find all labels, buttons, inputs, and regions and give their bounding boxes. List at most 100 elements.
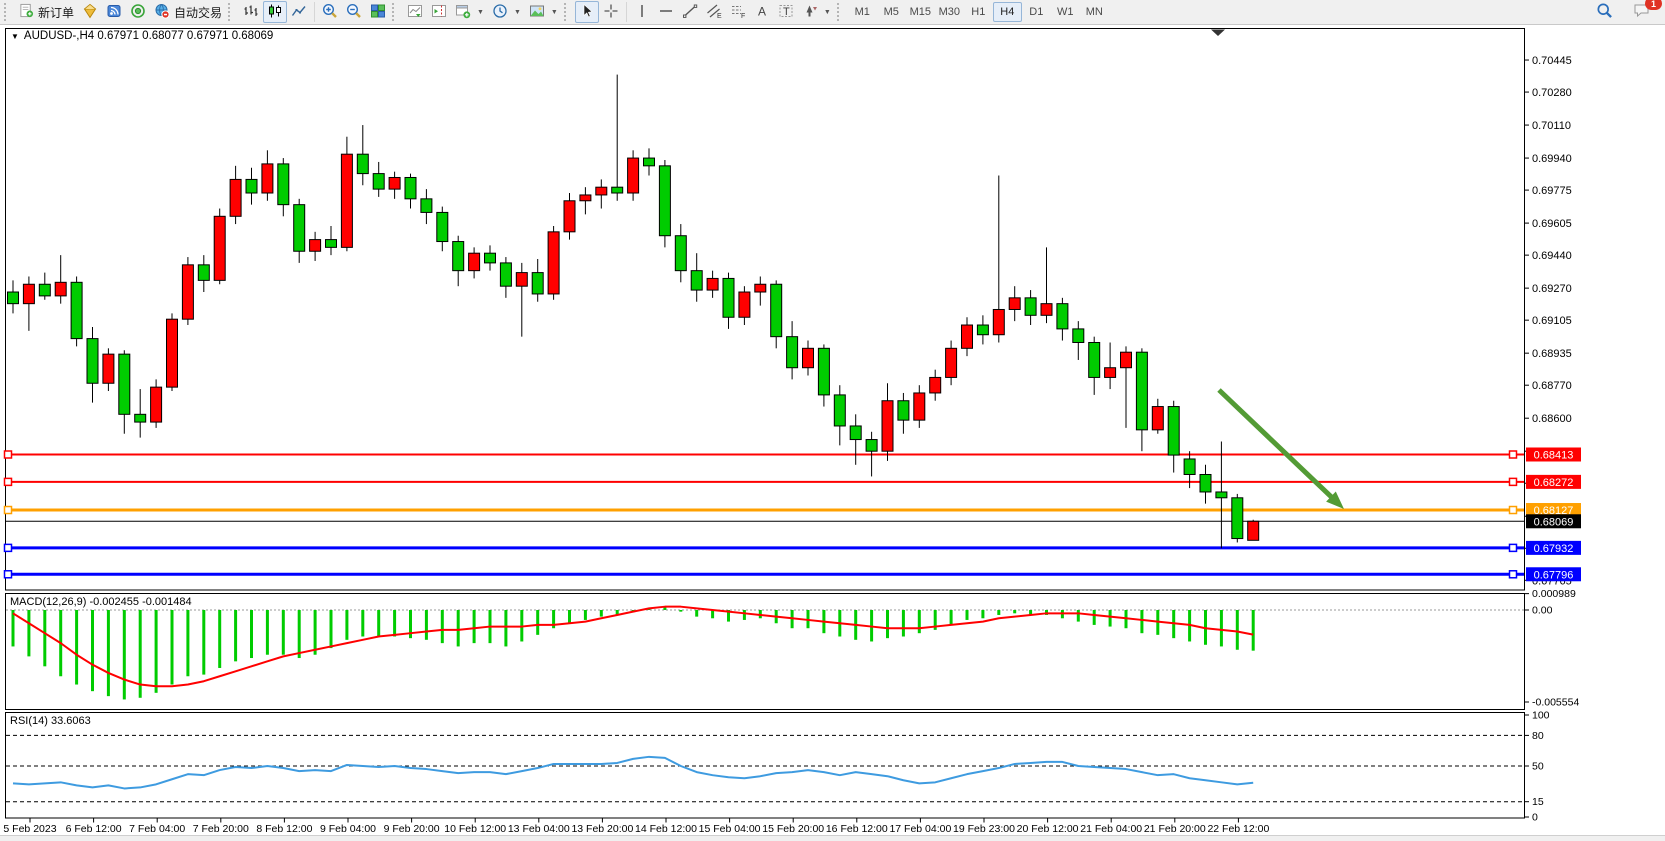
candle-body bbox=[1248, 521, 1259, 540]
period-button[interactable]: ▼ bbox=[488, 1, 525, 23]
text-icon: A bbox=[754, 3, 770, 22]
time-label: 17 Feb 04:00 bbox=[889, 823, 951, 835]
candle-body bbox=[628, 158, 639, 193]
macd-bar bbox=[186, 610, 189, 676]
candle-body bbox=[1089, 342, 1100, 377]
toolbar-grip[interactable] bbox=[564, 3, 571, 21]
svg-text:F: F bbox=[741, 13, 745, 19]
text-label-button[interactable]: T bbox=[774, 1, 798, 23]
macd-bar bbox=[1109, 610, 1112, 627]
hline-handle[interactable] bbox=[5, 451, 12, 458]
hline-handle[interactable] bbox=[1510, 571, 1517, 578]
toolbar-grip[interactable] bbox=[837, 3, 844, 21]
cursor-button[interactable] bbox=[575, 1, 599, 23]
chart-canvas[interactable]: 0.704450.702800.701100.699400.697750.696… bbox=[0, 24, 1665, 841]
rsi-axis-label: 100 bbox=[1532, 710, 1550, 722]
macd-bar bbox=[75, 610, 78, 685]
notification-badge[interactable]: 1 bbox=[1645, 0, 1662, 10]
macd-bar bbox=[1093, 610, 1096, 625]
candle-body bbox=[87, 339, 98, 384]
timeframe-W1[interactable]: W1 bbox=[1051, 2, 1080, 22]
toolbar-separator bbox=[314, 2, 315, 22]
timeframe-M5[interactable]: M5 bbox=[877, 2, 906, 22]
price-tick-label: 0.69775 bbox=[1532, 185, 1572, 197]
macd-bar bbox=[12, 610, 15, 646]
svg-text:E: E bbox=[717, 13, 722, 19]
text-button[interactable]: A bbox=[750, 1, 774, 23]
timeframe-MN[interactable]: MN bbox=[1080, 2, 1109, 22]
new-order-button[interactable]: 新订单 bbox=[15, 1, 78, 23]
candle-body bbox=[119, 354, 130, 414]
market-button[interactable] bbox=[78, 1, 102, 23]
timeframe-M30[interactable]: M30 bbox=[935, 2, 964, 22]
chevron-down-icon: ▼ bbox=[824, 9, 831, 16]
chevron-down-icon: ▼ bbox=[477, 9, 484, 16]
template-button[interactable]: ▼ bbox=[525, 1, 562, 23]
hline-handle[interactable] bbox=[1510, 507, 1517, 514]
timeframe-M15[interactable]: M15 bbox=[906, 2, 935, 22]
auto-scroll-button[interactable] bbox=[403, 1, 427, 23]
macd-panel[interactable] bbox=[6, 594, 1525, 710]
zoom-out-button[interactable] bbox=[342, 1, 366, 23]
hline-handle[interactable] bbox=[5, 571, 12, 578]
macd-bar bbox=[393, 610, 396, 637]
equidistant-channel-button[interactable]: E bbox=[702, 1, 726, 23]
toolbar: 新订单 自动交易 bbox=[0, 0, 1665, 25]
community-button[interactable] bbox=[126, 1, 150, 23]
macd-label: MACD(12,26,9) -0.002455 -0.001484 bbox=[10, 596, 192, 608]
autotrading-button[interactable]: 自动交易 bbox=[150, 1, 226, 23]
candle-body bbox=[739, 292, 750, 317]
trendline-button[interactable] bbox=[678, 1, 702, 23]
vertical-line-button[interactable] bbox=[630, 1, 654, 23]
candle-body bbox=[39, 284, 50, 296]
candle-body bbox=[882, 401, 893, 451]
time-label: 19 Feb 23:00 bbox=[953, 823, 1015, 835]
macd-bar bbox=[91, 610, 94, 691]
horizontal-line-button[interactable] bbox=[654, 1, 678, 23]
fibonacci-button[interactable]: F bbox=[726, 1, 750, 23]
macd-bar bbox=[441, 610, 444, 643]
chart-shift-button[interactable] bbox=[427, 1, 451, 23]
candle-body bbox=[1184, 459, 1195, 475]
price-line-label-text: 0.68413 bbox=[1534, 449, 1574, 461]
timeframe-M1[interactable]: M1 bbox=[848, 2, 877, 22]
candlestick-chart-button[interactable] bbox=[263, 1, 287, 23]
candle-body bbox=[755, 284, 766, 292]
macd-bar bbox=[107, 610, 110, 696]
line-chart-button[interactable] bbox=[287, 1, 311, 23]
symbol-dropdown-icon[interactable]: ▼ bbox=[11, 32, 19, 41]
timeframe-toolbar: M1M5M15M30H1H4D1W1MN bbox=[848, 2, 1109, 22]
main-chart-panel[interactable] bbox=[6, 29, 1525, 591]
hline-handle[interactable] bbox=[1510, 544, 1517, 551]
chart-shift-icon bbox=[431, 3, 447, 22]
candle-body bbox=[850, 426, 861, 440]
signals-button[interactable] bbox=[102, 1, 126, 23]
macd-bar bbox=[345, 610, 348, 640]
hline-handle[interactable] bbox=[5, 507, 12, 514]
candle-body bbox=[55, 282, 66, 296]
candle-body bbox=[1025, 298, 1036, 315]
candle-body bbox=[246, 179, 257, 193]
timeframe-D1[interactable]: D1 bbox=[1022, 2, 1051, 22]
toolbar-grip[interactable] bbox=[228, 3, 235, 21]
toolbar-grip[interactable] bbox=[392, 3, 399, 21]
hline-handle[interactable] bbox=[1510, 478, 1517, 485]
hline-handle[interactable] bbox=[5, 544, 12, 551]
candle-body bbox=[294, 205, 305, 252]
search-button[interactable] bbox=[1592, 1, 1617, 23]
macd-bar bbox=[314, 610, 317, 655]
candle-body bbox=[389, 177, 400, 189]
timeframe-H4[interactable]: H4 bbox=[993, 2, 1022, 22]
toolbar-grip[interactable] bbox=[4, 3, 11, 21]
time-label: 14 Feb 12:00 bbox=[635, 823, 697, 835]
crosshair-button[interactable] bbox=[599, 1, 623, 23]
rsi-axis-label: 50 bbox=[1532, 761, 1544, 773]
timeframe-H1[interactable]: H1 bbox=[964, 2, 993, 22]
new-chart-button[interactable]: ▼ bbox=[451, 1, 488, 23]
bar-chart-button[interactable] bbox=[239, 1, 263, 23]
hline-handle[interactable] bbox=[5, 478, 12, 485]
zoom-in-button[interactable] bbox=[318, 1, 342, 23]
hline-handle[interactable] bbox=[1510, 451, 1517, 458]
arrows-button[interactable]: ▼ bbox=[798, 1, 835, 23]
tile-windows-button[interactable] bbox=[366, 1, 390, 23]
